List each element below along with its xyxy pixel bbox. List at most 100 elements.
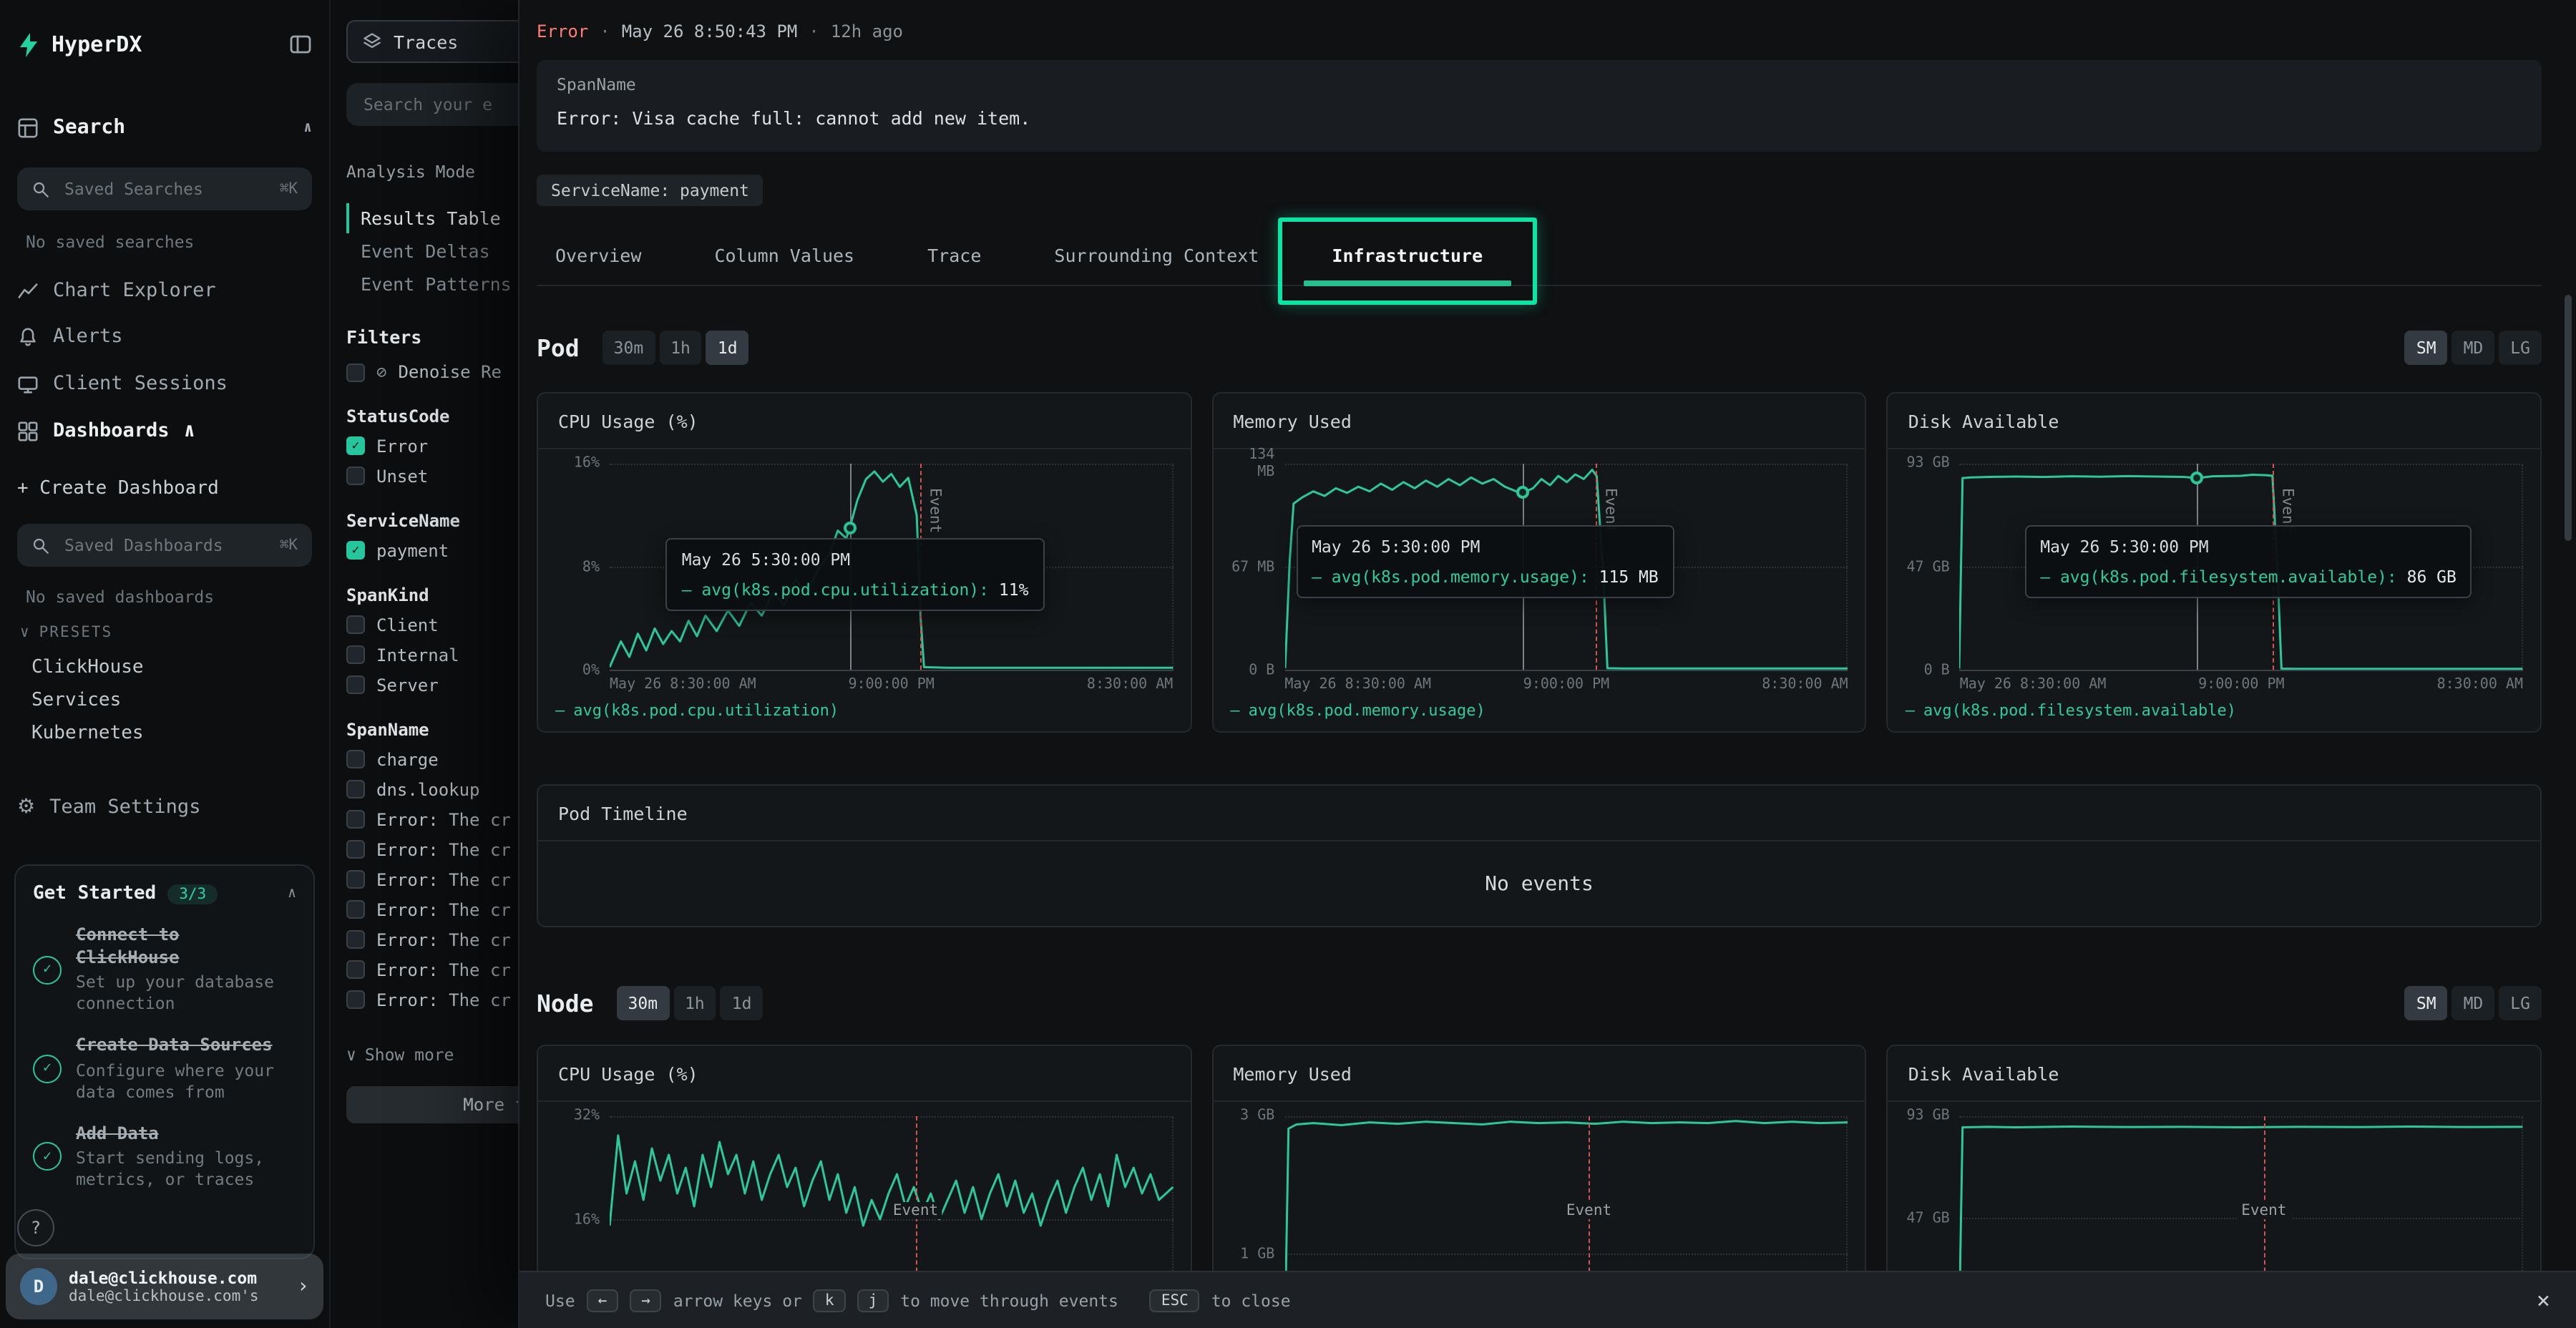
checkbox-unchecked[interactable]	[346, 615, 365, 634]
range-30m-button[interactable]: 30m	[617, 986, 670, 1020]
no-saved-searches-note: No saved searches	[26, 230, 312, 253]
checkbox-unchecked[interactable]	[346, 900, 365, 919]
sidebar-item-team-settings[interactable]: ⚙ Team Settings	[17, 788, 312, 826]
get-started-item-desc: Start sending logs, metrics, or traces	[76, 1148, 291, 1191]
service-name-tag[interactable]: ServiceName: payment	[537, 175, 763, 206]
tab-surrounding-context[interactable]: Surrounding Context	[1054, 226, 1259, 285]
drawer-scrollbar[interactable]	[2565, 295, 2572, 541]
get-started-item-title: Connect to ClickHouse	[76, 924, 291, 969]
checkbox-unchecked[interactable]	[346, 990, 365, 1009]
get-started-item-desc: Configure where your data comes from	[76, 1060, 291, 1103]
chart-title: Disk Available	[1888, 394, 2540, 449]
checkbox-unchecked[interactable]	[346, 780, 365, 799]
pod-timeline-card: Pod Timeline No events	[537, 784, 2542, 927]
pod-size-selector: SM MD LG	[2405, 331, 2542, 365]
x-tick-label: 8:30:00 AM	[1762, 677, 1848, 693]
sidebar: HyperDX Search ∧ ⌘K No saved searches C	[0, 0, 331, 1328]
sidebar-item-dashboards[interactable]: Dashboards ∧	[17, 412, 312, 449]
pod-timeline-title: Pod Timeline	[538, 786, 2540, 841]
presets-group[interactable]: ∨ PRESETS	[20, 621, 112, 644]
range-30m-button[interactable]: 30m	[602, 331, 655, 365]
get-started-item-connect[interactable]: ✓ Connect to ClickHouse Set up your data…	[33, 924, 296, 1015]
range-1h-button[interactable]: 1h	[659, 331, 702, 365]
get-started-progress-badge: 3/3	[167, 884, 218, 904]
saved-searches-field[interactable]	[62, 177, 268, 200]
checkbox-unchecked[interactable]	[346, 810, 365, 829]
size-lg-button[interactable]: LG	[2499, 986, 2542, 1020]
sidebar-section-search[interactable]: Search ∧	[17, 109, 312, 146]
create-dashboard-button[interactable]: + Create Dashboard	[17, 469, 312, 507]
get-started-item-sources[interactable]: ✓ Create Data Sources Configure where yo…	[33, 1035, 296, 1103]
tab-column-values[interactable]: Column Values	[714, 226, 854, 285]
search-icon	[31, 536, 50, 555]
k-key: k	[814, 1289, 846, 1312]
tab-trace[interactable]: Trace	[927, 226, 981, 285]
x-tick-label: 9:00:00 PM	[2198, 677, 2284, 693]
check-circle-icon: ✓	[33, 1143, 62, 1171]
pod-charts-row: CPU Usage (%) 16%8%0% EventMay 26 5:30:0…	[537, 392, 2542, 733]
chart-title: CPU Usage (%)	[538, 394, 1190, 449]
size-sm-button[interactable]: SM	[2405, 986, 2448, 1020]
checkbox-unchecked[interactable]	[346, 467, 365, 485]
preset-services[interactable]: Services	[31, 684, 312, 716]
collapse-sidebar-icon[interactable]	[289, 33, 312, 56]
search-icon	[31, 180, 50, 198]
tab-infrastructure[interactable]: Infrastructure	[1332, 226, 1483, 285]
help-button[interactable]: ?	[17, 1209, 54, 1246]
detail-tabs: Overview Column Values Trace Surrounding…	[537, 226, 2542, 286]
size-lg-button[interactable]: LG	[2499, 331, 2542, 365]
search-section-label: Search	[53, 116, 125, 139]
severity-label: Error	[537, 21, 588, 42]
range-1d-button[interactable]: 1d	[706, 331, 749, 365]
range-1h-button[interactable]: 1h	[673, 986, 716, 1020]
preset-kubernetes[interactable]: Kubernetes	[31, 717, 312, 748]
get-started-item-add-data[interactable]: ✓ Add Data Start sending logs, metrics, …	[33, 1123, 296, 1191]
checkbox-checked[interactable]: ✓	[346, 541, 365, 560]
pod-timeline-empty-state: No events	[538, 841, 2540, 926]
event-label: Event	[1562, 1203, 1616, 1220]
node-section-title: Node	[537, 990, 594, 1017]
checkbox-unchecked[interactable]	[346, 675, 365, 694]
pod-cpu-chart-card: CPU Usage (%) 16%8%0% EventMay 26 5:30:0…	[537, 392, 1191, 733]
size-md-button[interactable]: MD	[2452, 331, 2495, 365]
source-selector-label: Traces	[394, 31, 458, 52]
close-icon[interactable]: ×	[2537, 1286, 2550, 1314]
data-point-marker	[843, 522, 856, 534]
x-tick-label: 9:00:00 PM	[848, 677, 934, 693]
pod-disk-chart-card: Disk Available 93 GB47 GB0 B EventMay 26…	[1887, 392, 2542, 733]
presets-label: PRESETS	[39, 624, 113, 641]
y-tick-label: 16%	[574, 456, 600, 472]
checkbox-unchecked[interactable]	[346, 930, 365, 949]
range-1d-button[interactable]: 1d	[721, 986, 763, 1020]
no-saved-dashboards-note: No saved dashboards	[26, 585, 312, 608]
checkbox-checked[interactable]: ✓	[346, 436, 365, 455]
checkbox-unchecked[interactable]	[346, 750, 365, 768]
tab-overview[interactable]: Overview	[555, 226, 641, 285]
saved-dashboards-input[interactable]: ⌘K	[17, 524, 312, 567]
checkbox-unchecked[interactable]	[346, 870, 365, 889]
sidebar-item-chart-explorer[interactable]: Chart Explorer	[17, 272, 312, 309]
x-tick-label: 9:00:00 PM	[1523, 677, 1609, 693]
esc-key: ESC	[1150, 1289, 1200, 1312]
checkbox-unchecked[interactable]	[346, 960, 365, 979]
preset-clickhouse[interactable]: ClickHouse	[31, 651, 312, 683]
get-started-header[interactable]: Get Started 3/3 ∧	[33, 883, 296, 904]
chevron-up-icon: ∧	[288, 886, 296, 902]
size-sm-button[interactable]: SM	[2405, 331, 2448, 365]
sidebar-item-client-sessions[interactable]: Client Sessions	[17, 365, 312, 402]
check-circle-icon: ✓	[33, 955, 62, 984]
y-tick-label: 32%	[574, 1108, 600, 1125]
check-circle-icon: ✓	[33, 1055, 62, 1083]
client-sessions-label: Client Sessions	[53, 372, 228, 395]
size-md-button[interactable]: MD	[2452, 986, 2495, 1020]
saved-searches-input[interactable]: ⌘K	[17, 167, 312, 210]
checkbox-unchecked[interactable]	[346, 363, 365, 381]
y-tick-label: 16%	[574, 1212, 600, 1229]
sidebar-item-alerts[interactable]: Alerts	[17, 318, 312, 355]
arrow-left-key: ←	[587, 1289, 619, 1312]
checkbox-unchecked[interactable]	[346, 840, 365, 859]
checkbox-unchecked[interactable]	[346, 645, 365, 664]
user-menu[interactable]: D dale@clickhouse.com dale@clickhouse.co…	[6, 1254, 323, 1319]
saved-dashboards-field[interactable]	[62, 534, 268, 557]
x-axis: May 26 8:30:00 AM9:00:00 PM8:30:00 AM	[1284, 671, 1848, 694]
